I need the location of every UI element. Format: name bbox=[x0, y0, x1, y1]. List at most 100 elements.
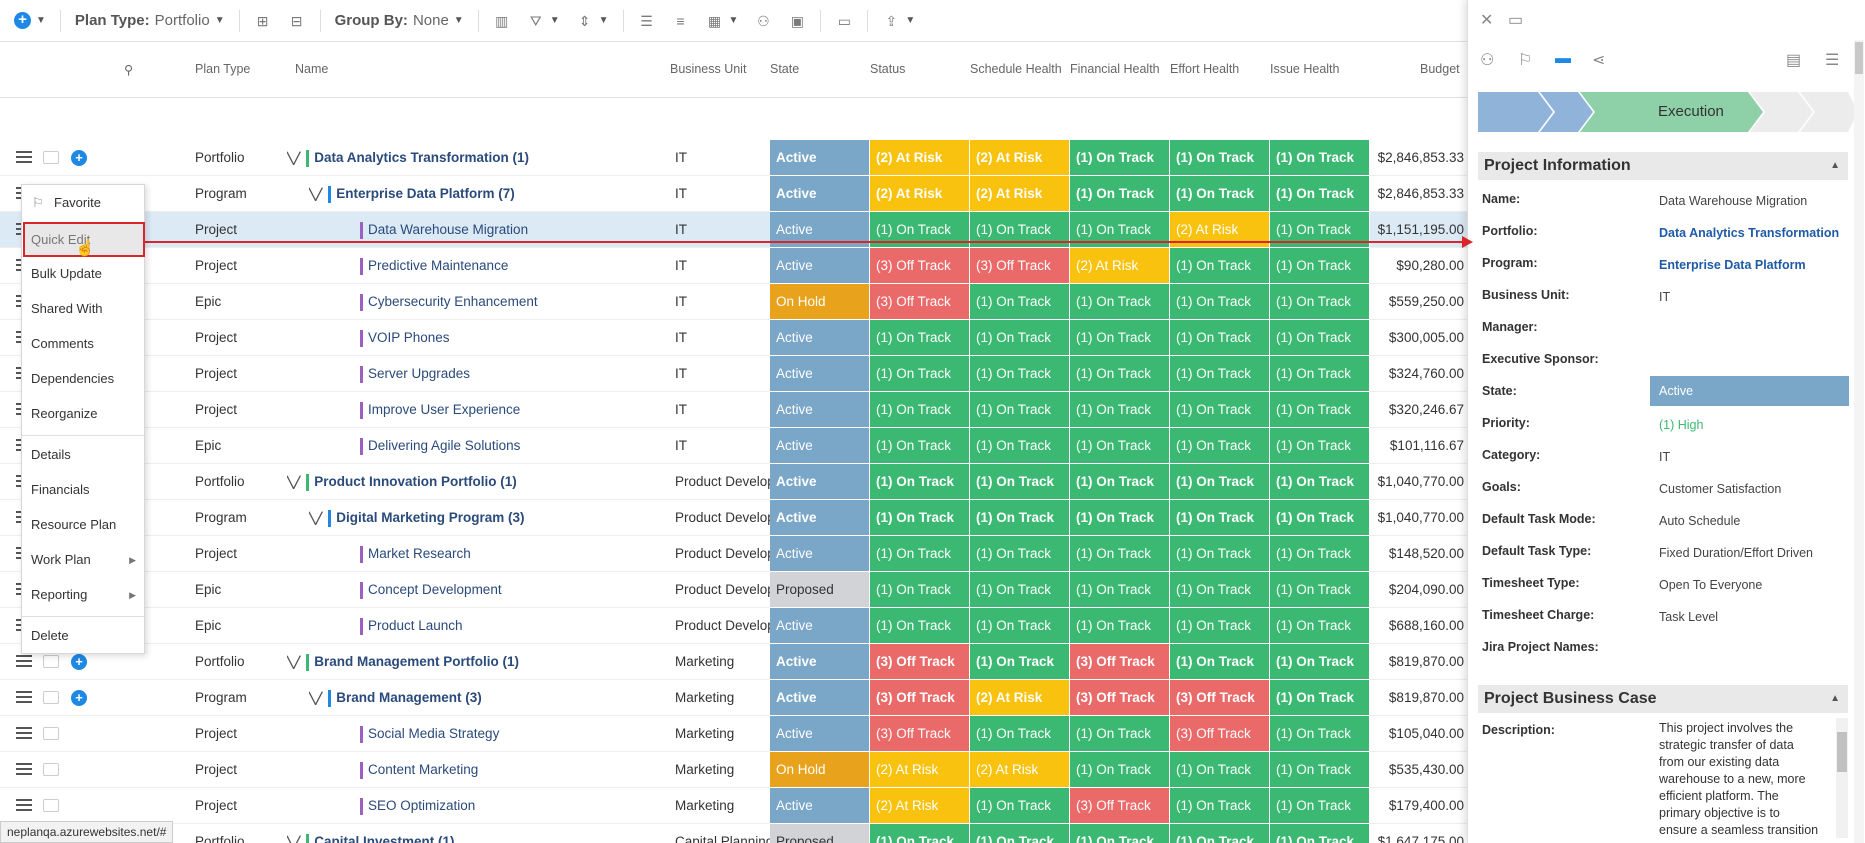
cell-effort-health[interactable]: (1) On Track bbox=[1170, 320, 1270, 356]
cell-schedule-health[interactable]: (1) On Track bbox=[970, 608, 1070, 644]
cell-status-health[interactable]: (2) At Risk bbox=[870, 788, 970, 824]
cell-schedule-health[interactable]: (2) At Risk bbox=[970, 176, 1070, 212]
cell-financial-health[interactable]: (1) On Track bbox=[1070, 284, 1170, 320]
cell-name[interactable]: Market Research bbox=[360, 536, 660, 572]
bookmark-icon[interactable]: ⚐ bbox=[1518, 50, 1532, 70]
cell-financial-health[interactable]: (1) On Track bbox=[1070, 500, 1170, 536]
table-row[interactable]: Project Content Marketing Marketing On Hold… bbox=[0, 752, 1467, 788]
board-view-button[interactable]: ▦ ▼ bbox=[698, 0, 747, 42]
comment-icon[interactable]: ▬ bbox=[1555, 50, 1571, 68]
share-icon[interactable]: ⋖ bbox=[1592, 50, 1605, 70]
cell-state[interactable]: Active bbox=[770, 716, 870, 752]
field-portfolio-link[interactable]: Data Analytics Transformation bbox=[1659, 226, 1839, 240]
cell-status-health[interactable]: (1) On Track bbox=[870, 536, 970, 572]
cell-schedule-health[interactable]: (1) On Track bbox=[970, 644, 1070, 680]
cell-effort-health[interactable]: (1) On Track bbox=[1170, 464, 1270, 500]
field-description-value[interactable]: This project involves the strategic tran… bbox=[1659, 720, 1819, 839]
cell-financial-health[interactable]: (3) Off Track bbox=[1070, 644, 1170, 680]
cell-schedule-health[interactable]: (1) On Track bbox=[970, 716, 1070, 752]
cell-issue-health[interactable]: (1) On Track bbox=[1270, 788, 1370, 824]
stage-1[interactable] bbox=[1478, 92, 1553, 132]
col-name[interactable]: Name bbox=[295, 62, 328, 76]
cell-issue-health[interactable]: (1) On Track bbox=[1270, 356, 1370, 392]
cell-name[interactable]: Social Media Strategy bbox=[360, 716, 660, 752]
user-icon[interactable]: ⚇ bbox=[1480, 50, 1494, 70]
cell-effort-health[interactable]: (1) On Track bbox=[1170, 500, 1270, 536]
cell-financial-health[interactable]: (1) On Track bbox=[1070, 572, 1170, 608]
col-state[interactable]: State bbox=[770, 62, 799, 76]
cell-state[interactable]: On Hold bbox=[770, 752, 870, 788]
cell-name[interactable]: Content Marketing bbox=[360, 752, 660, 788]
financials-button[interactable]: ▣ bbox=[780, 0, 814, 42]
hierarchy-icon[interactable]: ⚲ bbox=[124, 62, 133, 77]
menu-item-details[interactable]: Details bbox=[22, 442, 144, 468]
row-menu-icon[interactable] bbox=[16, 799, 32, 813]
table-row[interactable]: Project VOIP Phones IT Active (1) On Track (1… bbox=[0, 320, 1467, 356]
group-by-dropdown[interactable]: Group By: None ▼ bbox=[327, 0, 472, 42]
row-name-text[interactable]: Brand Management Portfolio (1) bbox=[314, 654, 519, 669]
cell-financial-health[interactable]: (1) On Track bbox=[1070, 140, 1170, 176]
calculator-icon[interactable]: ▤ bbox=[1786, 50, 1801, 70]
cell-state[interactable]: Active bbox=[770, 608, 870, 644]
cell-state[interactable]: Active bbox=[770, 680, 870, 716]
row-name-text[interactable]: Predictive Maintenance bbox=[368, 258, 508, 273]
cell-effort-health[interactable]: (1) On Track bbox=[1170, 284, 1270, 320]
row-name-text[interactable]: Market Research bbox=[368, 546, 471, 561]
cell-status-health[interactable]: (1) On Track bbox=[870, 356, 970, 392]
cell-effort-health[interactable]: (1) On Track bbox=[1170, 572, 1270, 608]
columns-button[interactable]: ▥ bbox=[485, 0, 519, 42]
cell-issue-health[interactable]: (1) On Track bbox=[1270, 428, 1370, 464]
cell-issue-health[interactable]: (1) On Track bbox=[1270, 824, 1370, 843]
cell-schedule-health[interactable]: (1) On Track bbox=[970, 356, 1070, 392]
cell-status-health[interactable]: (1) On Track bbox=[870, 428, 970, 464]
cell-schedule-health[interactable]: (1) On Track bbox=[970, 824, 1070, 843]
menu-item-resource-plan[interactable]: Resource Plan bbox=[22, 512, 144, 538]
cell-status-health[interactable]: (3) Off Track bbox=[870, 680, 970, 716]
field-business-unit-value[interactable]: IT bbox=[1659, 290, 1670, 304]
resources-button[interactable]: ⚇ bbox=[746, 0, 780, 42]
cell-state[interactable]: Active bbox=[770, 320, 870, 356]
field-task-type-value[interactable]: Fixed Duration/Effort Driven bbox=[1659, 546, 1813, 560]
cell-status-health[interactable]: (1) On Track bbox=[870, 500, 970, 536]
cell-effort-health[interactable]: (1) On Track bbox=[1170, 536, 1270, 572]
cell-issue-health[interactable]: (1) On Track bbox=[1270, 140, 1370, 176]
cell-status-health[interactable]: (3) Off Track bbox=[870, 716, 970, 752]
menu-item-comments[interactable]: Comments bbox=[22, 331, 144, 357]
export-button[interactable]: ⇪ ▼ bbox=[874, 0, 923, 42]
chevron-down-icon[interactable]: ╲╱ bbox=[287, 465, 300, 500]
field-state-value[interactable]: Active bbox=[1650, 376, 1849, 406]
cell-effort-health[interactable]: (1) On Track bbox=[1170, 428, 1270, 464]
comment-icon[interactable] bbox=[43, 151, 59, 164]
add-child-icon[interactable]: + bbox=[71, 690, 87, 706]
row-menu-icon[interactable] bbox=[16, 151, 32, 165]
row-name-text[interactable]: Product Innovation Portfolio (1) bbox=[314, 474, 517, 489]
cell-financial-health[interactable]: (2) At Risk bbox=[1070, 248, 1170, 284]
cell-status-health[interactable]: (2) At Risk bbox=[870, 176, 970, 212]
col-schedule-health[interactable]: Schedule Health bbox=[970, 62, 1062, 76]
table-row[interactable]: Epic Delivering Agile Solutions IT Active (1… bbox=[0, 428, 1467, 464]
cell-issue-health[interactable]: (1) On Track bbox=[1270, 284, 1370, 320]
menu-item-bulk-update[interactable]: Bulk Update bbox=[22, 261, 144, 287]
menu-item-financials[interactable]: Financials bbox=[22, 477, 144, 503]
col-plan-type[interactable]: Plan Type bbox=[195, 62, 250, 76]
row-menu-icon[interactable] bbox=[16, 655, 32, 669]
cell-financial-health[interactable]: (1) On Track bbox=[1070, 392, 1170, 428]
row-name-text[interactable]: Digital Marketing Program (3) bbox=[336, 510, 524, 525]
cell-effort-health[interactable]: (1) On Track bbox=[1170, 392, 1270, 428]
cell-schedule-health[interactable]: (1) On Track bbox=[970, 392, 1070, 428]
cell-issue-health[interactable]: (1) On Track bbox=[1270, 680, 1370, 716]
table-row[interactable]: Project Market Research Product Develop Act… bbox=[0, 536, 1467, 572]
table-row[interactable]: +Program╲╱Enterprise Data Platform (7)IT… bbox=[0, 176, 1467, 212]
filter-button[interactable]: ⛛ ▼ bbox=[519, 0, 568, 42]
cell-state[interactable]: Proposed bbox=[770, 572, 870, 608]
chevron-down-icon[interactable]: ╲╱ bbox=[287, 645, 300, 680]
cell-name[interactable]: ╲╱ Capital Investment (1) bbox=[287, 824, 642, 843]
cell-effort-health[interactable]: (1) On Track bbox=[1170, 644, 1270, 680]
cell-status-health[interactable]: (1) On Track bbox=[870, 464, 970, 500]
chevron-down-icon[interactable]: ╲╱ bbox=[287, 141, 300, 176]
plan-type-dropdown[interactable]: Plan Type: Portfolio ▼ bbox=[67, 0, 233, 42]
cell-effort-health[interactable]: (1) On Track bbox=[1170, 788, 1270, 824]
cell-status-health[interactable]: (2) At Risk bbox=[870, 752, 970, 788]
cell-status-health[interactable]: (3) Off Track bbox=[870, 644, 970, 680]
cell-state[interactable]: On Hold bbox=[770, 284, 870, 320]
